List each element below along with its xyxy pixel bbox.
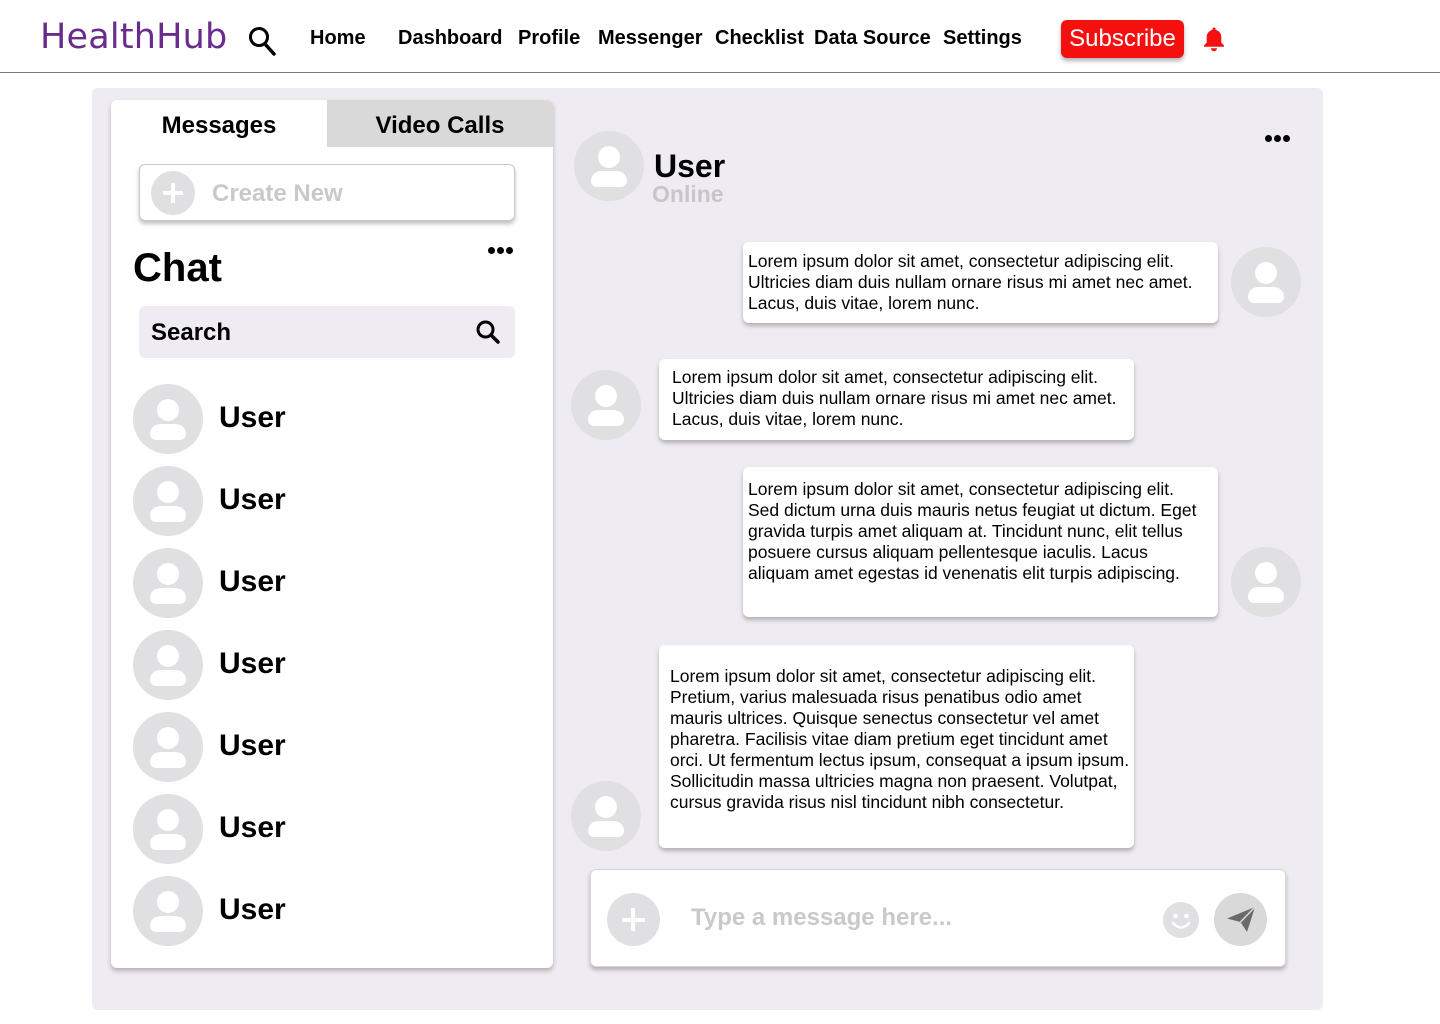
chat-list-item[interactable]: User <box>133 630 513 700</box>
more-icon[interactable] <box>488 247 514 255</box>
subscribe-button[interactable]: Subscribe <box>1061 20 1184 58</box>
incoming-message: Lorem ipsum dolor sit amet, consectetur … <box>659 359 1134 440</box>
message-input[interactable]: Type a message here... <box>691 904 1141 932</box>
avatar <box>133 794 203 864</box>
nav-home[interactable]: Home <box>310 27 366 50</box>
user-name: User <box>219 893 286 926</box>
search-icon[interactable] <box>475 319 501 345</box>
sender-avatar <box>571 781 641 851</box>
contact-name: User <box>654 148 726 184</box>
contact-avatar[interactable] <box>574 131 644 201</box>
top-nav-bar: HealthHub Home Dashboard Profile Messeng… <box>0 0 1440 73</box>
user-name: User <box>219 647 286 680</box>
nav-messenger[interactable]: Messenger <box>598 27 703 50</box>
send-button[interactable] <box>1214 893 1267 946</box>
chat-list-item[interactable]: User <box>133 548 513 618</box>
chat-list-item[interactable]: User <box>133 712 513 782</box>
outgoing-message: Lorem ipsum dolor sit amet, consectetur … <box>743 467 1218 617</box>
message-text: Lorem ipsum dolor sit amet, consectetur … <box>748 251 1193 313</box>
sender-avatar <box>1231 547 1301 617</box>
bell-icon[interactable] <box>1201 26 1227 52</box>
chat-list-item[interactable]: User <box>133 384 513 454</box>
message-text: Lorem ipsum dolor sit amet, consectetur … <box>672 367 1117 429</box>
create-new-button[interactable]: Create New <box>139 164 515 221</box>
avatar <box>133 630 203 700</box>
search-placeholder: Search <box>151 319 232 346</box>
avatar <box>133 466 203 536</box>
contact-status: Online <box>652 181 724 207</box>
message-text: Lorem ipsum dolor sit amet, consectetur … <box>670 666 1130 812</box>
avatar <box>133 384 203 454</box>
user-name: User <box>219 483 286 516</box>
tab-messages[interactable]: Messages <box>111 100 327 147</box>
send-icon <box>1227 906 1256 932</box>
search-icon[interactable] <box>248 26 276 56</box>
chat-search-input[interactable]: Search <box>139 306 515 358</box>
plus-icon <box>151 171 195 215</box>
avatar <box>133 712 203 782</box>
emoji-icon[interactable] <box>1163 902 1199 938</box>
tab-video-calls[interactable]: Video Calls <box>327 100 553 147</box>
sender-avatar <box>1231 247 1301 317</box>
avatar <box>133 876 203 946</box>
sender-avatar <box>571 370 641 440</box>
app-logo[interactable]: HealthHub <box>40 17 227 57</box>
avatar <box>133 548 203 618</box>
plus-icon[interactable] <box>607 893 660 946</box>
chat-list-panel: Messages Video Calls Create New Chat Sea… <box>111 100 553 968</box>
outgoing-message: Lorem ipsum dolor sit amet, consectetur … <box>743 242 1218 323</box>
incoming-message: Lorem ipsum dolor sit amet, consectetur … <box>659 645 1134 848</box>
nav-settings[interactable]: Settings <box>943 27 1022 50</box>
nav-profile[interactable]: Profile <box>518 27 580 50</box>
user-name: User <box>219 811 286 844</box>
user-name: User <box>219 729 286 762</box>
nav-dashboard[interactable]: Dashboard <box>398 27 502 50</box>
message-text: Lorem ipsum dolor sit amet, consectetur … <box>748 479 1197 583</box>
user-name: User <box>219 565 286 598</box>
chat-list-item[interactable]: User <box>133 794 513 864</box>
nav-checklist[interactable]: Checklist <box>715 27 804 50</box>
chat-list-item[interactable]: User <box>133 466 513 536</box>
create-new-label: Create New <box>212 180 343 207</box>
chat-heading: Chat <box>133 246 222 290</box>
conversation-more-icon[interactable] <box>1265 135 1291 143</box>
message-composer: Type a message here... <box>590 869 1286 967</box>
nav-data-source[interactable]: Data Source <box>814 27 931 50</box>
chat-list-item[interactable]: User <box>133 876 513 946</box>
user-name: User <box>219 401 286 434</box>
